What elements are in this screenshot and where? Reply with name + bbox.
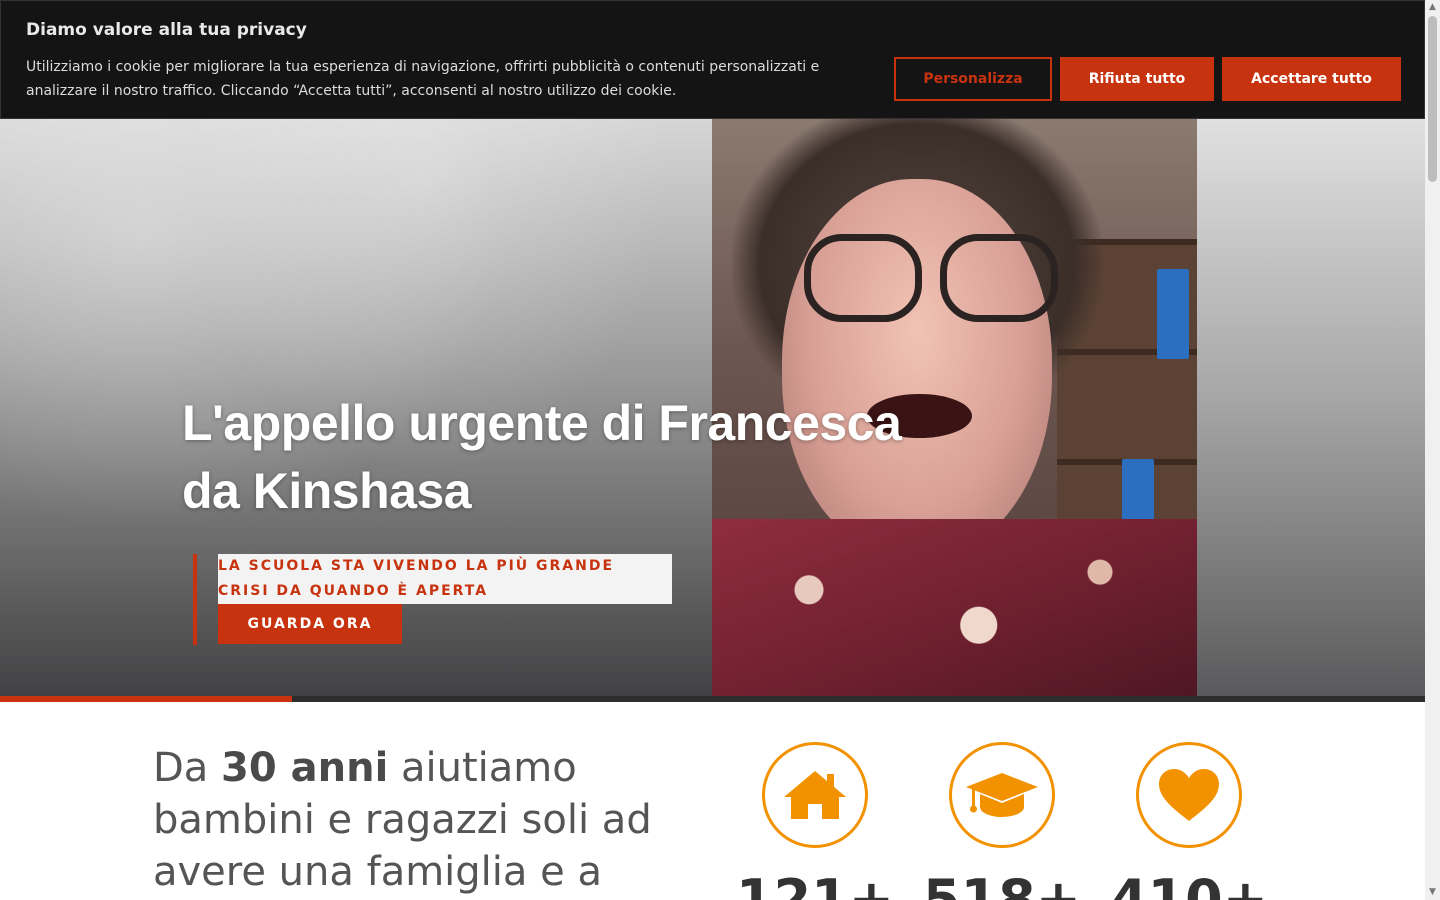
- watch-now-button[interactable]: GUARDA ORA: [218, 604, 402, 644]
- scroll-down-arrow-icon[interactable]: ▼: [1425, 885, 1440, 900]
- reject-all-cookies-button[interactable]: Rifiuta tutto: [1060, 57, 1214, 101]
- slider-progress-track: [0, 696, 1425, 702]
- cookie-banner-text: Utilizziamo i cookie per migliorare la t…: [26, 59, 820, 99]
- stat-value: 121+: [736, 868, 894, 900]
- hero-title: L'appello urgente di Francesca da Kinsha…: [182, 395, 902, 519]
- stat-students: 518+: [922, 742, 1082, 900]
- stat-value: 518+: [923, 868, 1081, 900]
- customize-cookies-button[interactable]: Personalizza: [894, 57, 1052, 101]
- slider-progress-fill: [0, 696, 293, 702]
- intro-heading: Da 30 anni aiutiamo bambini e ragazzi so…: [153, 742, 693, 898]
- scrollbar-thumb[interactable]: [1428, 16, 1437, 182]
- scroll-up-arrow-icon[interactable]: ▲: [1425, 0, 1440, 15]
- stat-circle: [1136, 742, 1242, 848]
- intro-highlight: 30 anni: [221, 745, 389, 791]
- stat-families: 121+: [735, 742, 895, 900]
- hero-subtitle: LA SCUOLA STA VIVENDO LA PIÙ GRANDE CRIS…: [218, 554, 672, 604]
- hero-background-right: [1197, 119, 1425, 696]
- page-scrollbar[interactable]: ▲ ▼: [1425, 0, 1440, 900]
- house-icon: [784, 771, 846, 819]
- cookie-banner: Diamo valore alla tua privacy Utilizziam…: [0, 0, 1425, 119]
- binder: [1157, 269, 1189, 359]
- hero-accent-bar: [193, 554, 197, 645]
- glasses-right-lens: [940, 234, 1058, 322]
- cookie-banner-title: Diamo valore alla tua privacy: [26, 20, 307, 40]
- accept-all-cookies-button[interactable]: Accettare tutto: [1222, 57, 1401, 101]
- stat-circle: [949, 742, 1055, 848]
- stat-children: 410+: [1109, 742, 1269, 900]
- intro-prefix: Da: [153, 745, 222, 791]
- glasses-left-lens: [804, 234, 922, 322]
- graduation-cap-icon: [966, 773, 1038, 817]
- stat-value: 410+: [1110, 868, 1268, 900]
- heart-icon: [1159, 769, 1219, 821]
- hero-slider: L'appello urgente di Francesca da Kinsha…: [0, 119, 1425, 696]
- stat-circle: [762, 742, 868, 848]
- person-shirt: [712, 519, 1197, 696]
